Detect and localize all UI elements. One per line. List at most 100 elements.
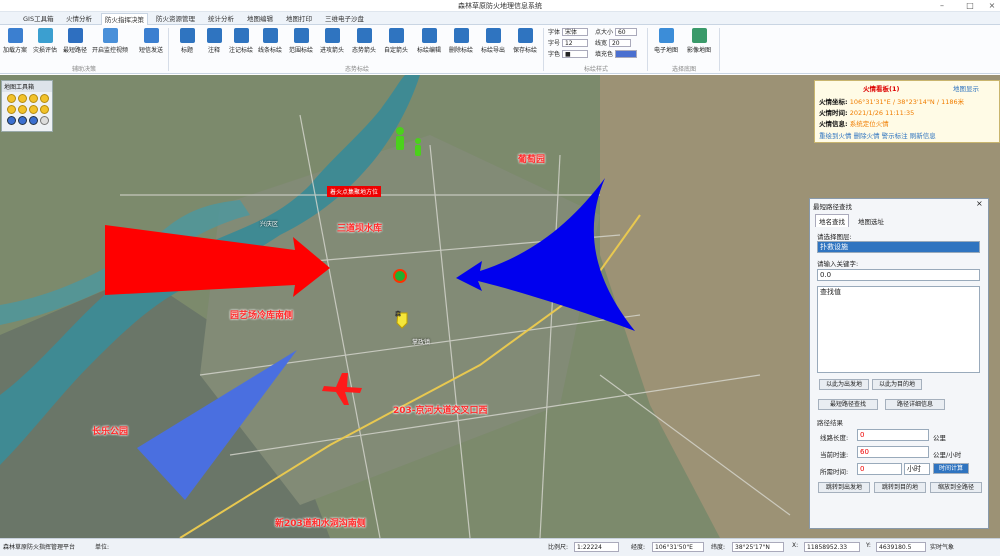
tab-resource-management[interactable]: 防火资源管理 <box>153 13 198 25</box>
title-bar: 森林草原防火地理信息系统 – □ × <box>0 0 1000 12</box>
find-path-button[interactable]: 最短路径查找 <box>818 399 878 410</box>
area-plot-button[interactable]: 范围标绘 <box>286 27 316 61</box>
full-extent-icon[interactable] <box>40 94 49 103</box>
pan-left-icon[interactable] <box>7 105 16 114</box>
menu-tabs: GIS工具箱 火情分析 防火指挥决策 防火资源管理 统计分析 地图编辑 地图打印… <box>0 12 1000 25</box>
font-family-select[interactable]: 宋体 <box>561 28 588 36</box>
dialog-close-icon[interactable]: × <box>976 199 983 208</box>
tab-3d-sandbox[interactable]: 三维电子沙盘 <box>322 13 367 25</box>
calc-time-button[interactable]: 时间计算 <box>933 463 969 474</box>
maximize-icon[interactable]: □ <box>962 0 978 12</box>
length-input[interactable]: 0 <box>857 429 929 441</box>
redraw-fire-link[interactable]: 重绘到火情 <box>819 132 852 140</box>
keyword-input[interactable]: 0.0 <box>817 269 980 281</box>
tab-gis-toolbox[interactable]: GIS工具箱 <box>20 13 57 25</box>
save-icon <box>517 28 533 43</box>
fire-point-icon[interactable] <box>393 269 407 283</box>
send-sms-button[interactable]: 短信发送 <box>136 27 166 61</box>
label-new-203: 新203道和水洞沟南侧 <box>275 519 366 529</box>
person-body <box>396 136 404 150</box>
plot-note-button[interactable]: 注释 <box>199 27 229 61</box>
map-toolbox: 地图工具箱 <box>1 80 53 132</box>
person-head <box>415 138 421 144</box>
export-plot-button[interactable]: 标绘导出 <box>478 27 508 61</box>
layer-select[interactable]: 扑救设施 <box>817 241 980 253</box>
fire-coord-value: 106°31'31"E / 38°23'14"N / 1186米 <box>849 98 965 106</box>
shortest-path-button[interactable]: 最短路径 <box>60 27 90 61</box>
minimize-icon[interactable]: – <box>934 0 950 12</box>
load-plan-button[interactable]: 加载方案 <box>0 27 30 61</box>
line-plot-button[interactable]: 线条标绘 <box>255 27 285 61</box>
font-family-row: 字体 宋体 <box>548 28 588 37</box>
shortest-path-dialog: 最短路径查找 × 地名查找 地图选址 请选择图层: 扑救设施 请输入关键字: 0… <box>809 198 989 529</box>
tab-fire-analysis[interactable]: 火情分析 <box>63 13 95 25</box>
pan-up-icon[interactable] <box>18 94 27 103</box>
map-display-link[interactable]: 地图显示 <box>953 83 979 93</box>
pan-center-icon[interactable] <box>18 105 27 114</box>
path-result-title: 路径结果 <box>817 419 843 427</box>
imagery-map-button[interactable]: 影像地图 <box>684 27 714 61</box>
vector-map-button[interactable]: 电子地图 <box>651 27 681 61</box>
point-size-stepper[interactable]: 60 <box>614 28 637 36</box>
jump-end-button[interactable]: 跳转到目的地 <box>874 482 926 493</box>
toolbox-title: 地图工具箱 <box>2 81 52 92</box>
warning-mark-link[interactable]: 警示标注 <box>882 132 908 140</box>
refresh-info-link[interactable]: 刷新信息 <box>910 132 936 140</box>
point-size-row: 点大小 60 <box>595 28 637 37</box>
forest-badge-label: 森 <box>395 311 402 318</box>
fill-color-select[interactable] <box>614 50 637 58</box>
time-input[interactable]: 0 <box>857 463 902 475</box>
group-label-decision: 辅助决策 <box>71 66 96 73</box>
tab-command-decision[interactable]: 防火指挥决策 <box>101 13 148 25</box>
font-size-select[interactable]: 12 <box>561 39 588 47</box>
label-park: 长乐公园 <box>92 427 129 437</box>
refresh-icon[interactable] <box>40 105 49 114</box>
close-icon[interactable]: × <box>984 0 1000 12</box>
tab-map-print[interactable]: 地图打印 <box>283 13 315 25</box>
annotation-plot-button[interactable]: 注记标绘 <box>226 27 256 61</box>
pan-up-left-icon[interactable] <box>7 94 16 103</box>
zoom-in-icon[interactable] <box>18 116 27 125</box>
fire-actions: 重绘到火情 删除火情 警示标注 刷新信息 <box>819 130 936 140</box>
custom-arrow-button[interactable]: 自定箭头 <box>381 27 411 61</box>
delete-fire-link[interactable]: 删除火情 <box>854 132 880 140</box>
annotation-icon <box>233 28 249 43</box>
attack-arrow-button[interactable]: 进攻箭头 <box>317 27 347 61</box>
plot-title-button[interactable]: 标题 <box>172 27 202 61</box>
loss-assess-button[interactable]: 灾损评估 <box>30 27 60 61</box>
font-color-select[interactable]: ■ <box>561 50 588 58</box>
line-width-stepper[interactable]: 20 <box>608 39 631 47</box>
weather-link[interactable]: 实时气象 <box>930 542 954 551</box>
tab-map-edit[interactable]: 地图编辑 <box>244 13 276 25</box>
tab-statistics[interactable]: 统计分析 <box>205 13 237 25</box>
delete-plot-button[interactable]: 删除标绘 <box>446 27 476 61</box>
app-title: 森林草原防火地理信息系统 <box>458 2 542 10</box>
path-detail-button[interactable]: 路径详细信息 <box>885 399 945 410</box>
save-plot-button[interactable]: 保存标绘 <box>510 27 540 61</box>
edit-icon <box>421 28 437 43</box>
label-reservoir: 三道坝水库 <box>337 224 383 234</box>
jump-start-button[interactable]: 跳转到出发地 <box>818 482 870 493</box>
speed-input[interactable]: 60 <box>857 446 929 458</box>
time-unit-select[interactable]: 小时 <box>904 463 930 475</box>
pan-right-icon[interactable] <box>29 105 38 114</box>
results-header: 查找值 <box>820 288 841 296</box>
pan-up-right-icon[interactable] <box>29 94 38 103</box>
hand-pan-icon[interactable] <box>40 116 49 125</box>
video-monitor-button[interactable]: 开启监控视频 <box>92 27 128 61</box>
set-end-button[interactable]: 以此为目的地 <box>872 379 922 390</box>
zoom-path-button[interactable]: 缩放到全路径 <box>930 482 982 493</box>
longitude-label: 经度: <box>631 544 646 551</box>
search-results-list[interactable]: 查找值 <box>817 286 980 373</box>
tab-map-pick[interactable]: 地图选址 <box>855 215 887 227</box>
label-grape-garden: 葡萄园 <box>518 155 546 165</box>
fire-time-row: 火情时间: 2021/1/26 11:11:35 <box>819 109 915 117</box>
plot-edit-button[interactable]: 标绘编辑 <box>414 27 444 61</box>
tab-place-search[interactable]: 地名查找 <box>815 214 849 227</box>
plan-icon <box>7 28 23 43</box>
situation-arrow-button[interactable]: 态势箭头 <box>349 27 379 61</box>
scale-label: 比例尺: <box>548 544 569 551</box>
zoom-out-icon[interactable] <box>29 116 38 125</box>
set-start-button[interactable]: 以此为出发地 <box>819 379 869 390</box>
globe-icon[interactable] <box>7 116 16 125</box>
